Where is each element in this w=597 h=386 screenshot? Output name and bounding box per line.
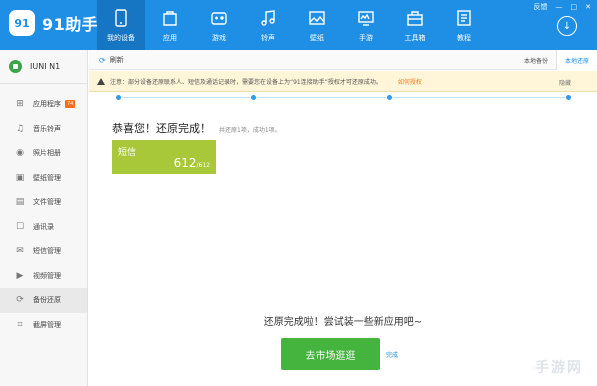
sidebar-item-screenshots[interactable]: ⌗ 截屏管理 [0, 313, 87, 338]
download-icon[interactable]: ↓ [557, 16, 577, 36]
app-name: 91助手 [42, 15, 99, 34]
toolbox-icon [404, 7, 426, 29]
step-dot [386, 94, 393, 101]
result-title: 恭喜您！还原完成！ [112, 122, 211, 135]
maximize-button[interactable]: □ [571, 3, 578, 11]
refresh-icon: ⟳ [99, 55, 106, 65]
nav-label: 工具箱 [404, 34, 426, 42]
sidebar: IUNI N1 ⊞ 应用程序 74 ♫ 音乐铃声 ◉ 照片相册 ▣ 壁纸管理 ▤… [0, 50, 88, 386]
top-bar: 91 91助手 我的设备 应用 游戏 铃声 壁纸 手游 工具箱 教程 反馈 — … [0, 0, 597, 50]
nav-games[interactable]: 游戏 [195, 0, 243, 50]
progress-line [118, 97, 568, 98]
close-button[interactable]: ✕ [585, 3, 591, 11]
nav-label: 教程 [457, 34, 471, 42]
device-header[interactable]: IUNI N1 [0, 50, 87, 84]
contacts-icon: ☐ [15, 221, 25, 232]
sidebar-item-contacts[interactable]: ☐ 通讯录 [0, 215, 87, 240]
nav-label: 铃声 [261, 34, 275, 42]
nav-toolbox[interactable]: 工具箱 [391, 0, 439, 50]
sms-result-tile: 短信 612/612 [112, 140, 216, 174]
nav-label: 应用 [163, 34, 177, 42]
count-badge: 74 [65, 100, 76, 109]
nav-label: 壁纸 [310, 34, 324, 42]
tab-local-restore[interactable]: 本地还原 [555, 50, 597, 70]
go-to-market-button[interactable]: 去市场逛逛 [281, 338, 380, 370]
window-controls: 反馈 — □ ✕ [526, 2, 592, 12]
result-header: 恭喜您！还原完成！ 共还原1项，成功1项。 [112, 120, 281, 136]
sidebar-item-label: 文件管理 [33, 198, 61, 207]
sidebar-item-label: 视频管理 [33, 271, 61, 280]
sidebar-item-label: 照片相册 [33, 149, 61, 158]
step-dot [115, 94, 122, 101]
nav-label: 我的设备 [107, 34, 135, 42]
nav-tutorials[interactable]: 教程 [440, 0, 488, 50]
music-icon: ♫ [15, 123, 25, 134]
sidebar-item-files[interactable]: ▤ 文件管理 [0, 190, 87, 215]
refresh-button[interactable]: ⟳ 刷新 [99, 55, 124, 65]
sidebar-item-label: 壁纸管理 [33, 173, 61, 182]
warning-icon [97, 77, 105, 85]
notice-text: 注意：部分设备还原联系人、短信及通话记录时，需要您在设备上为“91连接助手”授权… [110, 78, 382, 86]
result-summary: 共还原1项，成功1项。 [219, 127, 281, 134]
backup-icon: ⟳ [16, 295, 24, 306]
nav-apps[interactable]: 应用 [146, 0, 194, 50]
tile-count: 612/612 [173, 156, 210, 170]
sidebar-item-videos[interactable]: ▶ 视频管理 [0, 264, 87, 289]
device-name: IUNI N1 [30, 62, 61, 71]
music-icon [257, 7, 279, 29]
app-logo[interactable]: 91 91助手 [9, 10, 98, 36]
sidebar-item-label: 音乐铃声 [33, 124, 61, 133]
wallpaper-icon: ▣ [15, 172, 25, 183]
tab-local-backup[interactable]: 本地备份 [516, 50, 556, 70]
image-icon [306, 7, 328, 29]
minimize-button[interactable]: — [556, 3, 563, 11]
sidebar-menu: ⊞ 应用程序 74 ♫ 音乐铃声 ◉ 照片相册 ▣ 壁纸管理 ▤ 文件管理 ☐ … [0, 84, 87, 337]
sidebar-item-label: 备份还原 [33, 296, 61, 305]
gamepad-icon [208, 7, 230, 29]
nav-my-device[interactable]: 我的设备 [97, 0, 145, 50]
notice-bar: 注意：部分设备还原联系人、短信及通话记录时，需要您在设备上为“91连接助手”授权… [89, 71, 597, 92]
finish-link[interactable]: 完成 [386, 350, 398, 359]
sidebar-item-label: 截屏管理 [33, 320, 61, 329]
crop-icon: ⌗ [17, 319, 23, 330]
file-icon: ▤ [15, 197, 25, 208]
sidebar-item-label: 通讯录 [33, 222, 54, 231]
toolbar: ⟳ 刷新 本地备份 本地还原 [89, 50, 597, 70]
step-dot [565, 94, 572, 101]
sidebar-item-wallpapers[interactable]: ▣ 壁纸管理 [0, 166, 87, 191]
step-dot [250, 94, 257, 101]
backup-tabs: 本地备份 本地还原 [516, 50, 597, 70]
sidebar-item-apps[interactable]: ⊞ 应用程序 74 [0, 92, 87, 117]
video-icon: ▶ [16, 270, 24, 281]
logo-icon: 91 [9, 10, 35, 36]
how-to-authorize-link[interactable]: 如何授权 [398, 77, 422, 86]
android-icon [9, 60, 22, 73]
nav-mobile-games[interactable]: 手游 [342, 0, 390, 50]
nav-label: 手游 [359, 34, 373, 42]
nav-label: 游戏 [212, 34, 226, 42]
sidebar-item-backup[interactable]: ⟳ 备份还原 [0, 288, 87, 313]
sidebar-item-music[interactable]: ♫ 音乐铃声 [0, 117, 87, 142]
apps-icon [159, 7, 181, 29]
sidebar-item-photos[interactable]: ◉ 照片相册 [0, 141, 87, 166]
nav-ringtones[interactable]: 铃声 [244, 0, 292, 50]
tile-name: 短信 [118, 148, 137, 158]
main-nav: 我的设备 应用 游戏 铃声 壁纸 手游 工具箱 教程 [97, 0, 489, 50]
phone-icon [110, 7, 132, 29]
sidebar-item-label: 短信管理 [33, 247, 61, 256]
sidebar-item-sms[interactable]: ✉ 短信管理 [0, 239, 87, 264]
camera-icon: ◉ [16, 148, 24, 159]
watermark: 手游网 [535, 360, 583, 376]
apps-icon: ⊞ [16, 99, 24, 110]
feedback-link[interactable]: 反馈 [534, 2, 548, 12]
hide-notice-link[interactable]: 隐藏 [559, 78, 571, 87]
book-icon [453, 7, 475, 29]
refresh-label: 刷新 [109, 56, 124, 64]
nav-wallpapers[interactable]: 壁纸 [293, 0, 341, 50]
progress-steps [89, 92, 597, 106]
sidebar-item-label: 应用程序 [33, 100, 61, 109]
sms-icon: ✉ [16, 246, 24, 257]
tv-icon [355, 7, 377, 29]
completion-message: 还原完成啦！尝试装一些新应用吧~ [263, 317, 423, 328]
